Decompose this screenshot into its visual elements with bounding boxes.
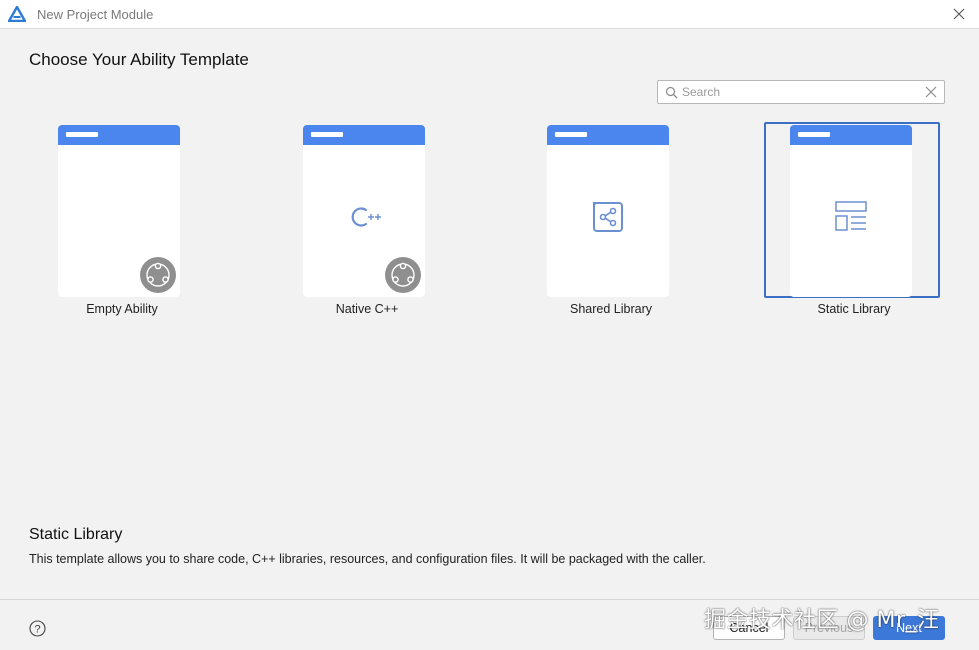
footer-divider (0, 599, 979, 600)
search-box[interactable] (657, 80, 945, 104)
template-label: Native C++ (335, 302, 399, 316)
template-card (790, 125, 912, 297)
cancel-button[interactable]: Cancel (713, 616, 785, 640)
template-empty-ability[interactable]: Empty Ability (32, 122, 208, 316)
template-card-header (547, 125, 669, 145)
page-title: Choose Your Ability Template (29, 50, 249, 69)
template-label: Shared Library (570, 302, 652, 316)
svg-text:?: ? (34, 624, 40, 636)
template-static-library[interactable]: Static Library (764, 122, 940, 316)
description-title: Static Library (29, 526, 123, 543)
template-shared-library[interactable]: Shared Library (521, 122, 697, 316)
previous-button[interactable]: Previous (793, 616, 865, 640)
layout-list-icon (835, 201, 867, 231)
close-button[interactable] (949, 4, 969, 24)
template-card-header (790, 125, 912, 145)
template-label: Static Library (817, 302, 891, 316)
hmos-badge-icon (140, 257, 176, 293)
hmos-badge-icon (385, 257, 421, 293)
clear-search-icon[interactable] (925, 86, 937, 98)
window-title: New Project Module (37, 7, 154, 22)
description-text: This template allows you to share code, … (29, 552, 706, 566)
share-icon (593, 202, 623, 232)
search-icon (665, 86, 678, 99)
template-label: Empty Ability (86, 302, 158, 316)
app-logo-icon (8, 6, 26, 22)
template-card (547, 125, 669, 297)
title-bar: New Project Module (0, 0, 979, 29)
template-card-header (58, 125, 180, 145)
template-card (58, 125, 180, 297)
cpp-icon (351, 207, 381, 227)
help-icon[interactable]: ? (29, 620, 46, 637)
template-card (303, 125, 425, 297)
next-button[interactable]: Next (873, 616, 945, 640)
template-card-header (303, 125, 425, 145)
template-native-cpp[interactable]: Native C++ (277, 122, 453, 316)
search-input[interactable] (682, 83, 912, 101)
close-icon (953, 8, 965, 20)
